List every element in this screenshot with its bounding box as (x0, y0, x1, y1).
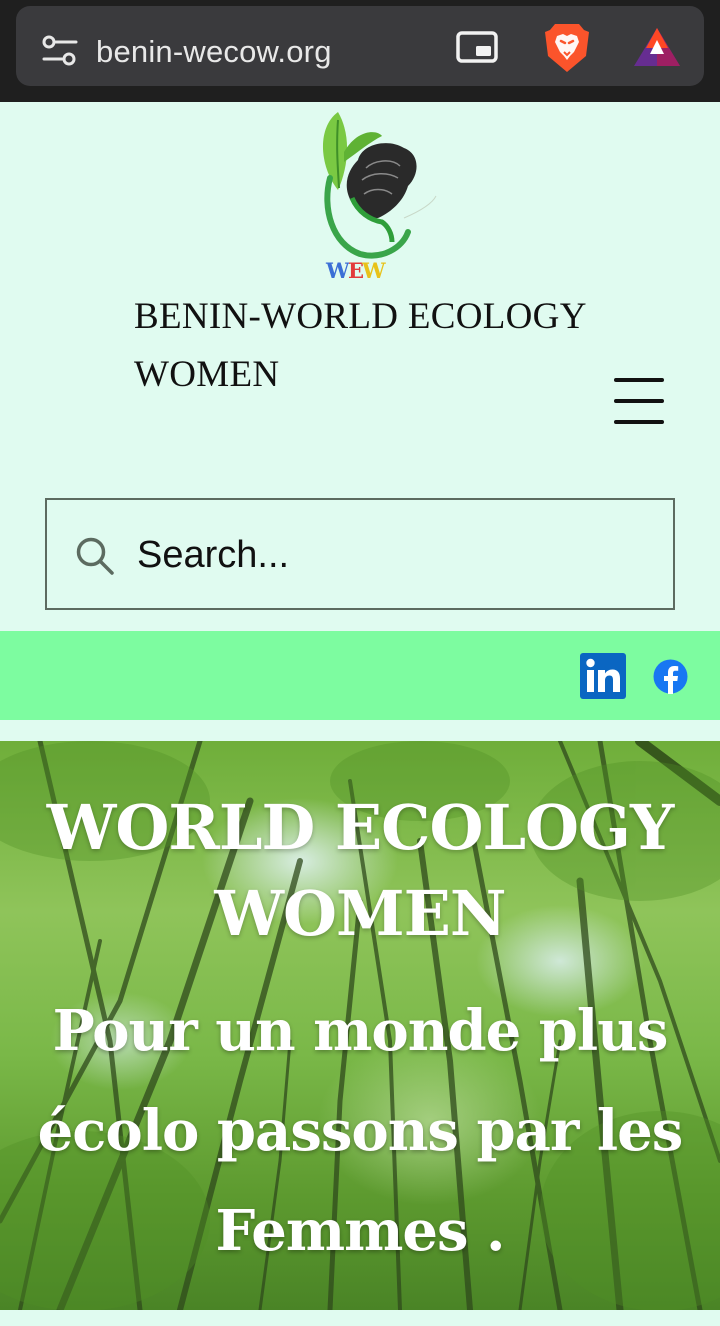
site-logo[interactable]: W E W (308, 108, 438, 286)
facebook-icon[interactable] (653, 659, 688, 694)
tune-icon[interactable] (42, 34, 78, 68)
brave-rewards-triangle-icon[interactable] (632, 26, 682, 68)
picture-in-picture-icon[interactable] (456, 31, 498, 63)
page-bottom-strip (0, 1310, 720, 1326)
linkedin-icon[interactable] (580, 653, 626, 699)
address-bar[interactable]: benin-wecow.org (16, 6, 704, 86)
browser-toolbar: benin-wecow.org (0, 0, 720, 102)
search-box[interactable] (45, 498, 675, 610)
hamburger-menu-icon[interactable] (610, 374, 668, 428)
site-title[interactable]: BENIN-WORLD ECOLOGY WOMEN (134, 288, 634, 404)
svg-text:W: W (361, 258, 386, 283)
hero-banner: WORLD ECOLOGY WOMEN Pour un monde plus é… (0, 741, 720, 1310)
search-icon (76, 537, 114, 575)
hero-subtitle: Pour un monde plus écolo passons par les… (37, 998, 684, 1264)
social-bar (0, 631, 720, 720)
url-text[interactable]: benin-wecow.org (96, 34, 332, 70)
svg-text:W: W (325, 258, 350, 283)
search-input[interactable] (137, 526, 637, 584)
brave-lion-icon[interactable] (544, 22, 590, 74)
hero-title: WORLD ECOLOGY WOMEN (46, 791, 675, 950)
